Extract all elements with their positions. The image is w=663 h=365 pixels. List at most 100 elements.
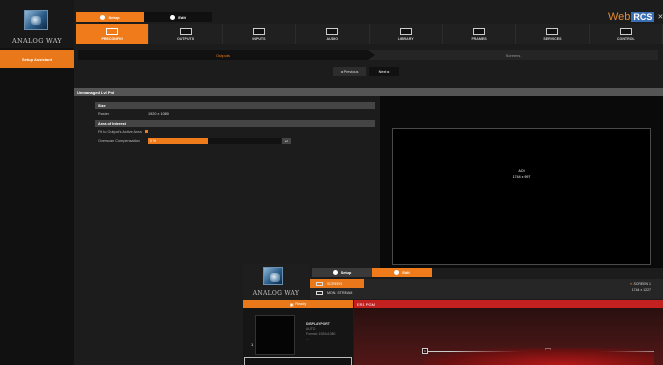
layer-marker-2[interactable]: 2 bbox=[545, 348, 551, 354]
audio-icon bbox=[326, 27, 339, 35]
menu-inputs-label: INPUTS bbox=[252, 36, 266, 41]
program-bar: ER1 PGM bbox=[354, 300, 663, 308]
menu-frames-label: FRAMES bbox=[471, 36, 487, 41]
size-section-title: Size bbox=[95, 102, 375, 109]
overscan-row: Overscan Compensation 0 % ▴▾ bbox=[95, 136, 375, 145]
edit-icon bbox=[394, 270, 400, 275]
source-card[interactable]: 1 DISPLAYPORT AUTO Format: 1920x1080 ... bbox=[243, 308, 353, 365]
ready-icon: ▣ bbox=[289, 302, 294, 307]
menu-frames[interactable]: FRAMES bbox=[443, 24, 517, 44]
raster-row: Raster 1920 x 1080 bbox=[95, 109, 375, 118]
wizard-steps: Outputs Screens bbox=[78, 50, 658, 60]
fit-label: Fit to Output's Active Area bbox=[98, 129, 142, 134]
preview-title: AOI bbox=[518, 169, 525, 173]
overlay-tab-setup[interactable]: Setup bbox=[312, 268, 372, 277]
logo-text: ANALOG WAY bbox=[11, 37, 63, 45]
fit-checkbox[interactable] bbox=[144, 130, 148, 133]
fit-row: Fit to Output's Active Area bbox=[95, 127, 375, 136]
source-thumbnail bbox=[255, 315, 295, 355]
menu-library-label: LIBRARY bbox=[397, 36, 414, 41]
brand-web-text: Web bbox=[608, 11, 631, 23]
preview-size: 1744 x 997 bbox=[512, 175, 531, 179]
screen-size: 1744 x 1227 bbox=[631, 288, 651, 292]
library-icon bbox=[399, 27, 412, 35]
preconfig-icon bbox=[106, 27, 119, 35]
list-item-mon-stream[interactable]: MON. STREAM bbox=[310, 288, 663, 297]
close-icon[interactable]: ✕ bbox=[657, 13, 663, 21]
analog-way-logo-icon bbox=[263, 267, 283, 285]
source-thumbnail-2 bbox=[244, 357, 352, 365]
overlay-logo-text: ANALOG WAY bbox=[252, 290, 300, 297]
raster-label: Raster bbox=[98, 111, 110, 116]
list-item-screen-label: SCREEN bbox=[327, 281, 342, 286]
tab-setup-label: Setup bbox=[108, 14, 120, 20]
list-item-mon-stream-label: MON. STREAM bbox=[327, 290, 353, 295]
wizard-nav: ◂ Previous Next ▸ bbox=[333, 67, 399, 76]
menu-library[interactable]: LIBRARY bbox=[370, 24, 443, 44]
monitor-icon bbox=[316, 290, 323, 295]
overlay-logo: ANALOG WAY bbox=[243, 264, 309, 300]
brand-logo: ANALOG WAY bbox=[0, 0, 74, 48]
source-number: 1 bbox=[251, 342, 254, 347]
menu-audio[interactable]: AUDIO bbox=[296, 24, 370, 44]
frames-icon bbox=[473, 27, 486, 35]
menu-preconfig-label: PRECONFIG bbox=[101, 36, 123, 41]
overscan-slider[interactable]: 0 % bbox=[148, 137, 281, 144]
tab-setup[interactable]: Setup bbox=[76, 12, 144, 22]
menu-outputs[interactable]: OUTPUTS bbox=[149, 24, 223, 44]
output-section-header: Unmanaged Lvl Pnl bbox=[74, 88, 663, 96]
overscan-label: Overscan Compensation bbox=[98, 138, 140, 143]
tab-edit-label: Edit bbox=[178, 14, 186, 20]
mode-toggle: Setup Edit bbox=[76, 12, 212, 22]
sidebar: Setup Assistant bbox=[0, 48, 74, 365]
outputs-icon bbox=[179, 27, 192, 35]
list-item-screen[interactable]: SCREEN bbox=[310, 279, 364, 288]
overlay-list: SCREEN MON. STREAM ✕ SCREEN 1 1744 x 122… bbox=[310, 279, 663, 299]
menu-inputs[interactable]: INPUTS bbox=[223, 24, 297, 44]
overscan-value: 0 % bbox=[150, 138, 157, 143]
aoi-section-title: Area of Interest bbox=[95, 120, 375, 127]
overlay-tab-setup-label: Setup bbox=[340, 270, 352, 275]
overscan-slider-fill bbox=[148, 137, 208, 144]
step-screens[interactable]: Screens bbox=[368, 50, 658, 60]
analog-way-logo-icon bbox=[24, 10, 48, 30]
screen-name: SCREEN 1 bbox=[633, 282, 651, 286]
overlay-tab-edit[interactable]: Edit bbox=[372, 268, 432, 277]
step-outputs[interactable]: Outputs bbox=[78, 50, 368, 60]
menu-services-label: SERVICES bbox=[543, 36, 562, 41]
gear-icon bbox=[332, 270, 338, 275]
edit-icon bbox=[170, 14, 176, 20]
menu-outputs-label: OUTPUTS bbox=[176, 36, 195, 41]
previous-button[interactable]: ◂ Previous bbox=[333, 67, 366, 76]
layer-marker-1[interactable]: 1 bbox=[422, 348, 428, 354]
sidebar-item-setup-assistant[interactable]: Setup Assistant bbox=[0, 50, 74, 68]
step-arrow bbox=[368, 50, 375, 60]
overlay-tab-edit-label: Edit bbox=[402, 270, 410, 275]
source-info: DISPLAYPORT AUTO Format: 1920x1080 ... bbox=[306, 322, 335, 342]
tab-edit[interactable]: Edit bbox=[144, 12, 212, 22]
screen-icon bbox=[316, 281, 323, 286]
aoi-preview[interactable]: AOI 1744 x 997 bbox=[392, 128, 651, 265]
gear-icon bbox=[100, 14, 106, 20]
control-icon bbox=[619, 27, 632, 35]
menu-services[interactable]: SERVICES bbox=[516, 24, 590, 44]
ready-bar: ▣ Ready bbox=[243, 300, 353, 308]
overscan-stepper[interactable]: ▴▾ bbox=[282, 137, 291, 144]
source-line-4: ... bbox=[306, 337, 309, 341]
brand-rcs-text: RCS bbox=[631, 12, 655, 22]
main-menu: PRECONFIG OUTPUTS INPUTS AUDIO LIBRARY F… bbox=[76, 24, 663, 44]
next-button[interactable]: Next ▸ bbox=[369, 67, 399, 76]
program-canvas[interactable]: 1 2 bbox=[354, 308, 663, 365]
settings-panel: Size Raster 1920 x 1080 Area of Interest… bbox=[95, 102, 375, 145]
webrcs-brand: Web RCS ✕ bbox=[608, 10, 663, 24]
inputs-icon bbox=[252, 27, 265, 35]
menu-preconfig[interactable]: PRECONFIG bbox=[76, 24, 150, 44]
services-icon bbox=[546, 27, 559, 35]
source-line-3: Format: 1920x1080 bbox=[306, 332, 336, 336]
overlay-mode-toggle: Setup Edit bbox=[312, 268, 432, 277]
raster-value: 1920 x 1080 bbox=[148, 111, 169, 116]
ready-label: Ready bbox=[295, 302, 307, 306]
menu-audio-label: AUDIO bbox=[326, 36, 339, 41]
screen-info: ✕ SCREEN 1 1744 x 1227 bbox=[630, 281, 651, 293]
menu-control[interactable]: CONTROL bbox=[590, 24, 663, 44]
